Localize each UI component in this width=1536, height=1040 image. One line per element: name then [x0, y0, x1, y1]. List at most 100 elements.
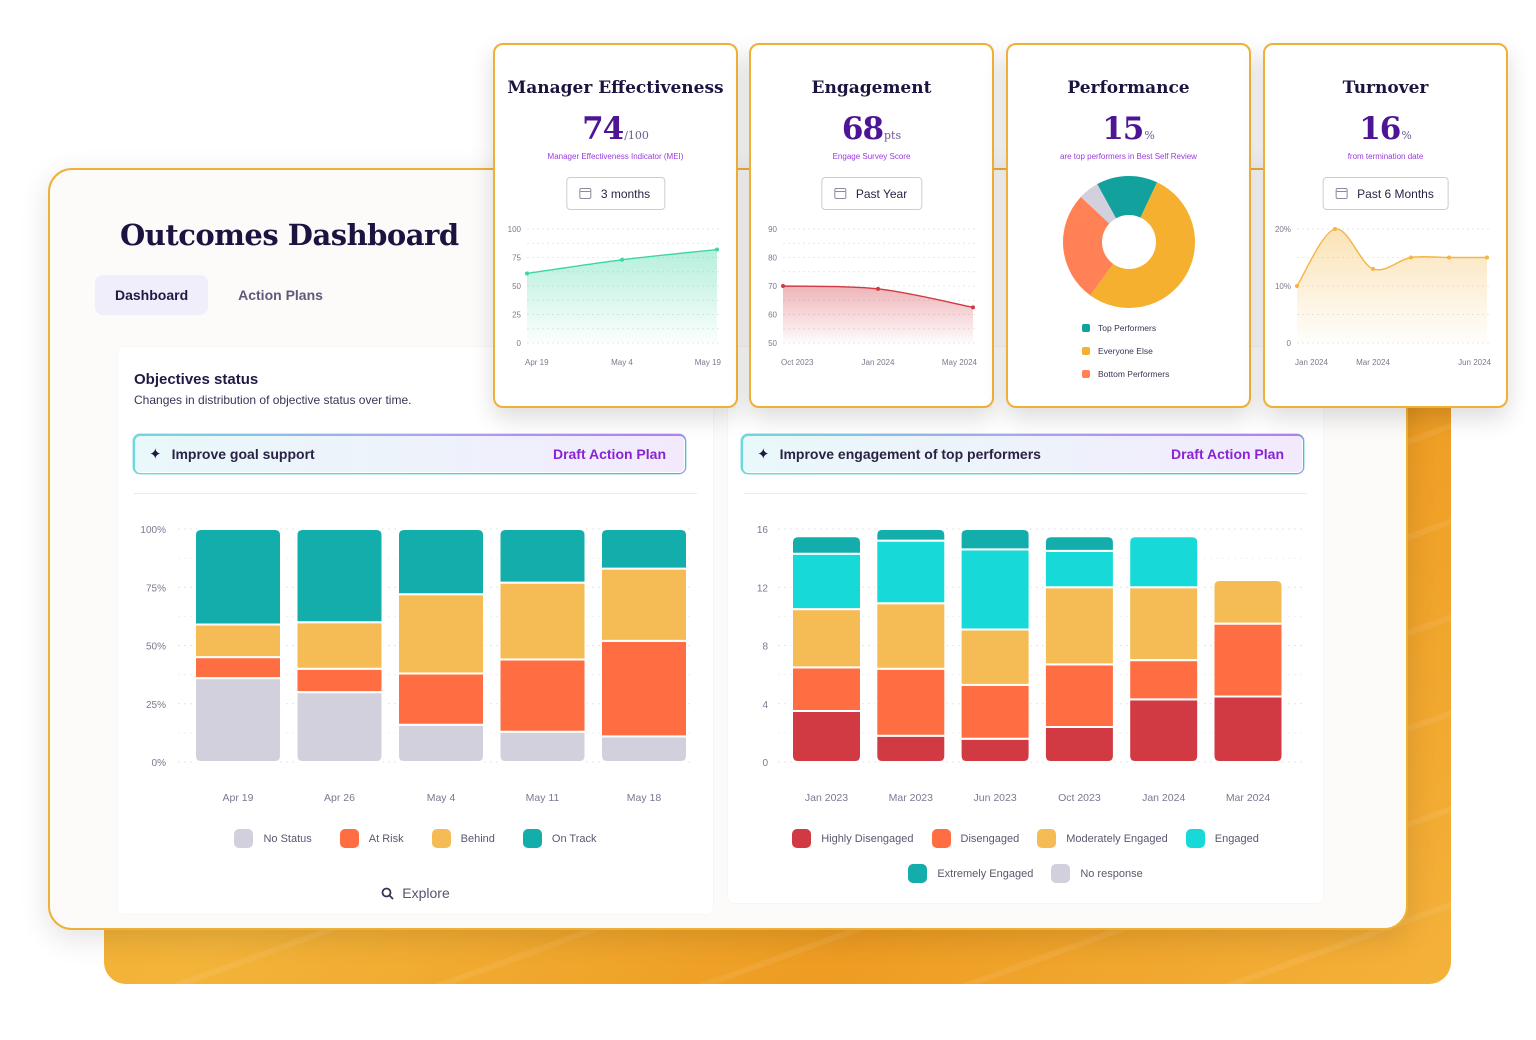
bar-segment-engaged[interactable] — [1043, 549, 1115, 589]
draft-action-plan-button[interactable]: Draft Action Plan — [553, 446, 666, 462]
tab-action-plans[interactable]: Action Plans — [218, 275, 343, 315]
bar-segment-moderately-engaged[interactable] — [1128, 586, 1200, 662]
bar-segment-extremely-engaged[interactable] — [958, 528, 1031, 551]
legend-item[interactable]: No Status — [234, 829, 312, 848]
bar-segment-on-track[interactable] — [498, 528, 587, 584]
data-point[interactable] — [1447, 255, 1451, 260]
bar-segment-on-track[interactable] — [194, 528, 282, 626]
bar-segment-disengaged[interactable] — [1128, 659, 1200, 701]
bar-segment-disengaged[interactable] — [958, 683, 1031, 740]
period-selector[interactable]: Past 6 Months — [1322, 177, 1449, 210]
bar-segment-disengaged[interactable] — [1043, 663, 1115, 729]
legend-item[interactable]: Behind — [431, 829, 495, 848]
kpi-card-turnover: Turnover 16% from termination date Past … — [1263, 43, 1508, 408]
data-point[interactable] — [1333, 227, 1337, 231]
legend-swatch — [1185, 829, 1205, 848]
legend-item[interactable]: On Track — [522, 829, 597, 848]
y-tick-label: 0 — [1287, 339, 1292, 348]
kpi-caption: Manager Effectiveness Indicator (MEI) — [547, 152, 684, 161]
data-point[interactable] — [1295, 284, 1299, 288]
legend-item[interactable]: Extremely Engaged — [908, 864, 1033, 883]
data-point[interactable] — [715, 247, 719, 252]
divider — [134, 493, 697, 494]
legend-item[interactable]: Highly Disengaged — [792, 829, 914, 848]
bar-segment-highly-disengaged[interactable] — [959, 737, 1031, 763]
bar-segment-at-risk[interactable] — [498, 658, 587, 733]
legend-item[interactable]: Top Performers — [1082, 323, 1169, 333]
bar-segment-engaged[interactable] — [959, 548, 1031, 631]
bar-segment-at-risk[interactable] — [598, 639, 688, 738]
legend-item[interactable]: Everyone Else — [1082, 346, 1169, 356]
tab-dashboard[interactable]: Dashboard — [95, 275, 209, 315]
bar-segment-extremely-engaged[interactable] — [1043, 535, 1115, 552]
bar-segment-moderately-engaged[interactable] — [791, 608, 862, 669]
y-tick-label: 100% — [140, 525, 166, 536]
data-point[interactable] — [971, 305, 975, 310]
bar-segment-at-risk[interactable] — [295, 667, 384, 694]
bar-segment-moderately-engaged[interactable] — [875, 602, 947, 670]
kpi-card-engagement: Engagement 68pts Engage Survey Score Pas… — [749, 43, 994, 408]
bar-segment-on-track[interactable] — [397, 528, 485, 596]
explore-button[interactable]: Explore — [118, 885, 713, 901]
legend-item[interactable]: No response — [1051, 864, 1143, 883]
bar-segment-disengaged[interactable] — [875, 667, 947, 737]
bar-segment-disengaged[interactable] — [791, 666, 862, 713]
bar-segment-behind[interactable] — [194, 623, 282, 659]
bar-segment-moderately-engaged[interactable] — [1212, 578, 1284, 625]
data-point[interactable] — [1485, 255, 1489, 260]
bar-segment-behind[interactable] — [397, 593, 485, 675]
bar-segment-moderately-engaged[interactable] — [959, 628, 1031, 686]
data-point[interactable] — [1371, 266, 1375, 271]
bar-segment-behind[interactable] — [600, 567, 688, 642]
bar-segment-extremely-engaged[interactable] — [791, 535, 862, 555]
bar-segment-no-status[interactable] — [397, 723, 485, 763]
bar-segment-engaged[interactable] — [791, 552, 862, 611]
action-banner-goal-support[interactable]: ✦ Improve goal support Draft Action Plan — [133, 434, 686, 474]
data-point[interactable] — [620, 257, 624, 262]
action-banner-top-performers[interactable]: ✦ Improve engagement of top performers D… — [741, 434, 1304, 474]
legend-item[interactable]: At Risk — [339, 829, 404, 848]
turnover-area-chart: 0 10% 20% Jan 2024 Mar 2024 Jun 2024 — [1275, 225, 1492, 367]
bar-segment-no-status[interactable] — [194, 677, 282, 763]
bar-segment-engaged[interactable] — [1128, 535, 1200, 589]
bar-segment-moderately-engaged[interactable] — [1043, 586, 1115, 666]
bar-segment-engaged[interactable] — [875, 539, 947, 605]
y-tick-label: 100 — [508, 225, 522, 234]
bar-segment-no-status[interactable] — [295, 691, 384, 763]
data-point[interactable] — [876, 286, 880, 291]
bar-segment-no-status[interactable] — [498, 730, 587, 763]
kpi-card-performance: Performance 15% are top performers in Be… — [1006, 43, 1251, 408]
sparkle-icon: ✦ — [757, 446, 770, 463]
period-selector[interactable]: Past Year — [820, 177, 923, 210]
bar-segment-highly-disengaged[interactable] — [1043, 726, 1115, 763]
bar-segment-highly-disengaged[interactable] — [1212, 695, 1284, 763]
legend-item[interactable]: Moderately Engaged — [1037, 829, 1168, 848]
bar-segment-highly-disengaged[interactable] — [1128, 698, 1200, 763]
y-tick-label: 25 — [512, 311, 521, 320]
legend-label: Engaged — [1214, 832, 1259, 845]
draft-action-plan-button[interactable]: Draft Action Plan — [1171, 446, 1284, 462]
period-selector[interactable]: 3 months — [565, 177, 666, 210]
engagement-area-chart: 50 60 70 80 90 Oct 2023 Jan 2024 May 2024 — [768, 225, 977, 367]
bar-segment-disengaged[interactable] — [1212, 622, 1284, 698]
legend-item[interactable]: Engaged — [1185, 829, 1259, 848]
bar-segment-behind[interactable] — [295, 621, 384, 670]
bar-segment-at-risk[interactable] — [194, 656, 282, 680]
legend-item[interactable]: Bottom Performers — [1082, 369, 1169, 379]
data-point[interactable] — [525, 271, 529, 276]
bar-segment-on-track[interactable] — [600, 528, 688, 570]
y-tick-label: 90 — [768, 225, 777, 234]
legend-label: No response — [1080, 867, 1143, 880]
legend-item[interactable]: Disengaged — [931, 829, 1019, 848]
y-tick-label: 20% — [1275, 225, 1291, 234]
bar-segment-extremely-engaged[interactable] — [875, 528, 947, 542]
bar-segment-on-track[interactable] — [295, 528, 384, 624]
data-point[interactable] — [781, 284, 785, 288]
legend-swatch — [1082, 324, 1090, 332]
bar-segment-highly-disengaged[interactable] — [875, 734, 947, 763]
bar-segment-highly-disengaged[interactable] — [791, 710, 862, 763]
bar-segment-behind[interactable] — [498, 581, 587, 661]
bar-segment-at-risk[interactable] — [397, 672, 485, 726]
bar-segment-no-status[interactable] — [600, 733, 688, 763]
data-point[interactable] — [1409, 255, 1413, 260]
